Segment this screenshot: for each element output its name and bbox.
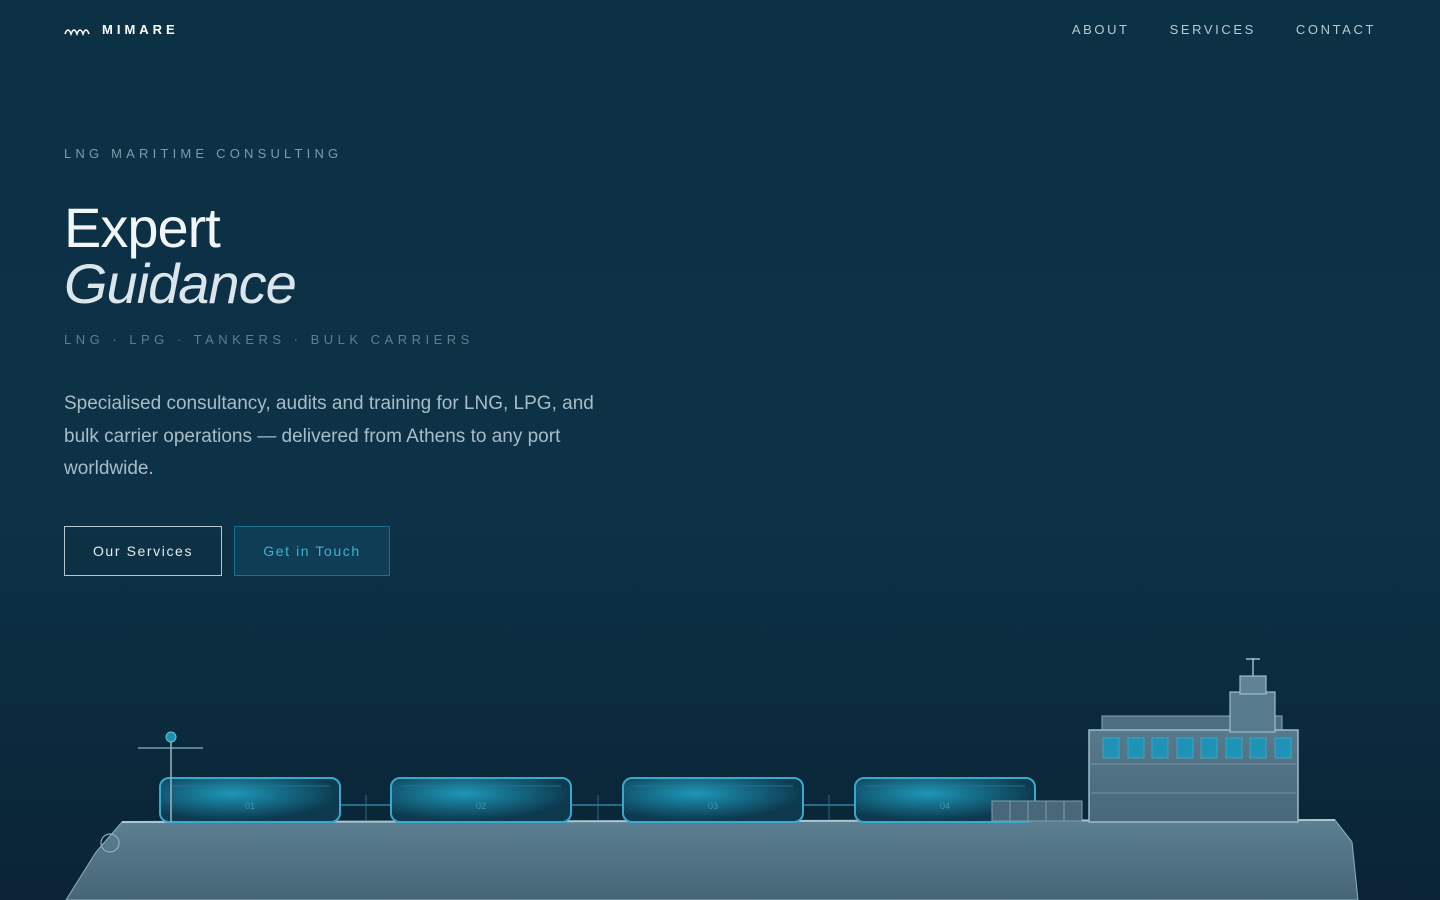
top-nav: MIMARE ABOUT SERVICES CONTACT	[0, 0, 1440, 60]
hero-description: Specialised consultancy, audits and trai…	[64, 393, 594, 479]
nav-links: ABOUT SERVICES CONTACT	[1072, 22, 1376, 37]
get-in-touch-button[interactable]: Get in Touch	[234, 526, 390, 576]
brand-name: MIMARE	[102, 22, 179, 37]
lng-carrier-illustration: 01 02 03 04	[65, 658, 1359, 900]
ship-hull	[65, 819, 1359, 900]
tank-label: 03	[708, 801, 718, 811]
hero-title-line-2: Guidance	[64, 252, 297, 315]
nav-link-contact[interactable]: CONTACT	[1296, 22, 1376, 37]
cargo-tank-1: 01	[159, 777, 341, 823]
hero-title-line-1: Expert	[64, 196, 221, 259]
hero-title: Expert Guidance	[64, 196, 297, 315]
nav-link-about[interactable]: ABOUT	[1072, 22, 1130, 37]
tank-label: 01	[245, 801, 255, 811]
brand-logo[interactable]: MIMARE	[64, 22, 179, 37]
deck-containers	[991, 800, 1083, 822]
tank-label: 04	[940, 801, 950, 811]
wave-icon	[64, 28, 90, 36]
bridge-superstructure	[1088, 658, 1299, 823]
hero-tags: LNG · LPG · TANKERS · BULK CARRIERS	[64, 332, 474, 347]
cargo-tank-2: 02	[390, 777, 572, 823]
cargo-tank-3: 03	[622, 777, 804, 823]
our-services-button[interactable]: Our Services	[64, 526, 222, 576]
tank-label: 02	[476, 801, 486, 811]
hero-eyebrow: LNG MARITIME CONSULTING	[64, 146, 343, 161]
nav-link-services[interactable]: SERVICES	[1170, 22, 1256, 37]
